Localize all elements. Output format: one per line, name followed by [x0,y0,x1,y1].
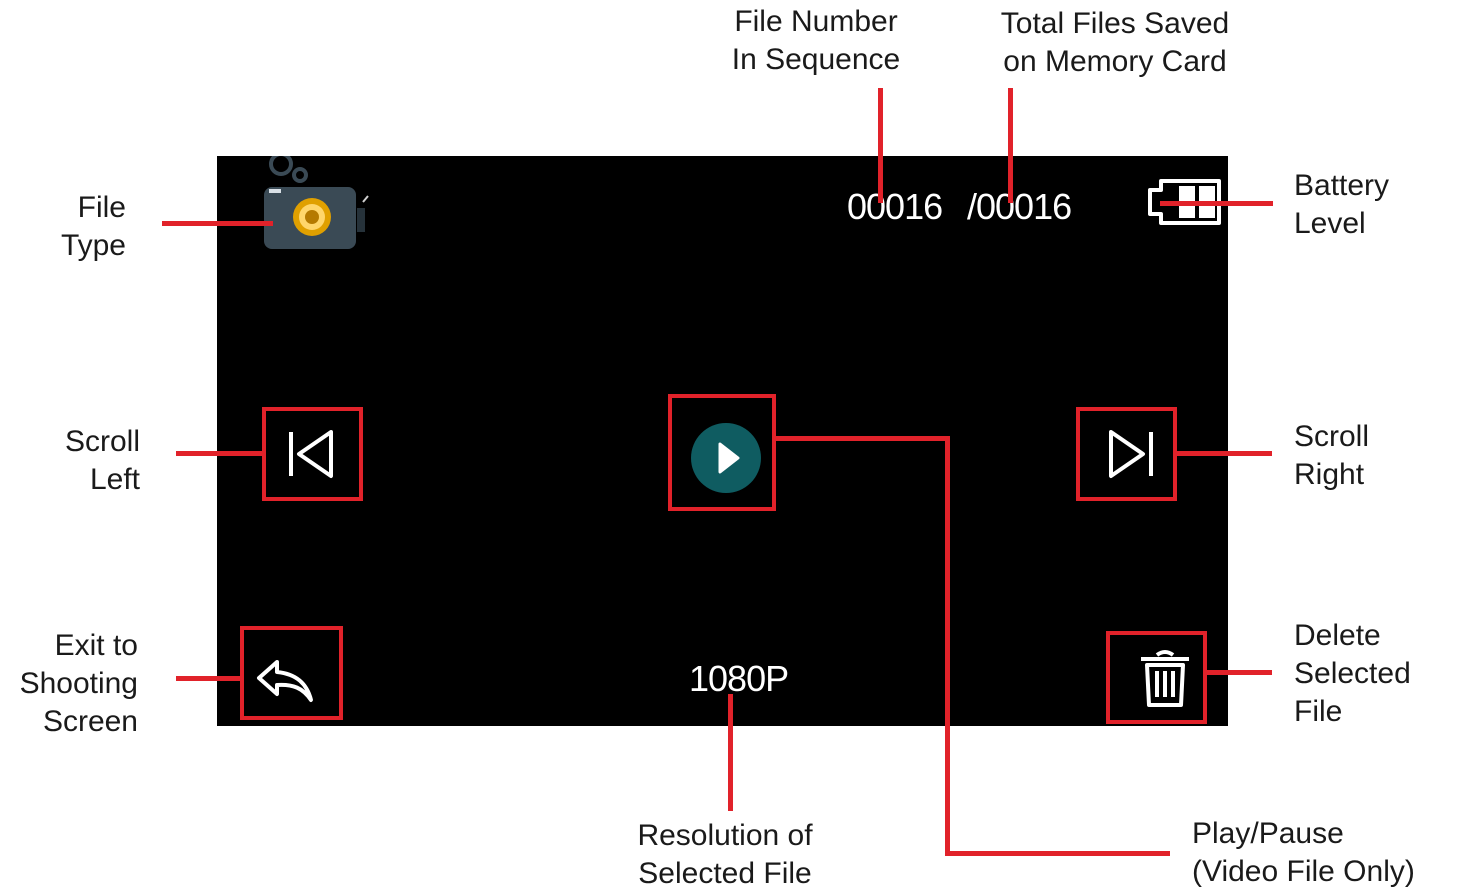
scroll-left-highlight [262,407,363,501]
label-file-type: File Type [60,191,126,262]
callout-play-v [945,436,950,856]
scroll-right-highlight [1076,407,1177,501]
camera-icon [264,156,369,249]
callout-file-number [878,88,883,203]
callout-total-files [1008,88,1013,203]
callout-scroll-right [1177,451,1272,456]
file-number-text: 00016 [847,186,943,227]
callout-exit [176,676,241,681]
callout-play-h1 [776,436,950,441]
delete-highlight [1106,631,1207,724]
label-scroll-right: Scroll Right [1294,420,1370,491]
label-total-files: Total Files Saved on Memory Card [1000,7,1230,78]
exit-highlight [240,626,343,720]
callout-battery [1160,201,1273,206]
callout-resolution [728,694,733,811]
label-play-pause: Play/Pause (Video File Only) [1192,817,1415,888]
label-file-number: File Number In Sequence [731,5,901,76]
callout-delete [1207,670,1272,675]
total-files-text: /00016 [967,186,1072,227]
play-highlight [668,394,776,511]
label-exit: Exit to Shooting Screen [19,629,138,738]
label-battery: Battery Level [1294,169,1390,240]
callout-play-h2 [945,851,1170,856]
callout-file-type [162,221,273,226]
resolution-text: 1080P [689,658,789,699]
label-delete: Delete Selected File [1294,619,1411,728]
callout-scroll-left [176,451,263,456]
label-scroll-left: Scroll Left [64,425,140,496]
label-resolution: Resolution of Selected File [637,819,813,890]
